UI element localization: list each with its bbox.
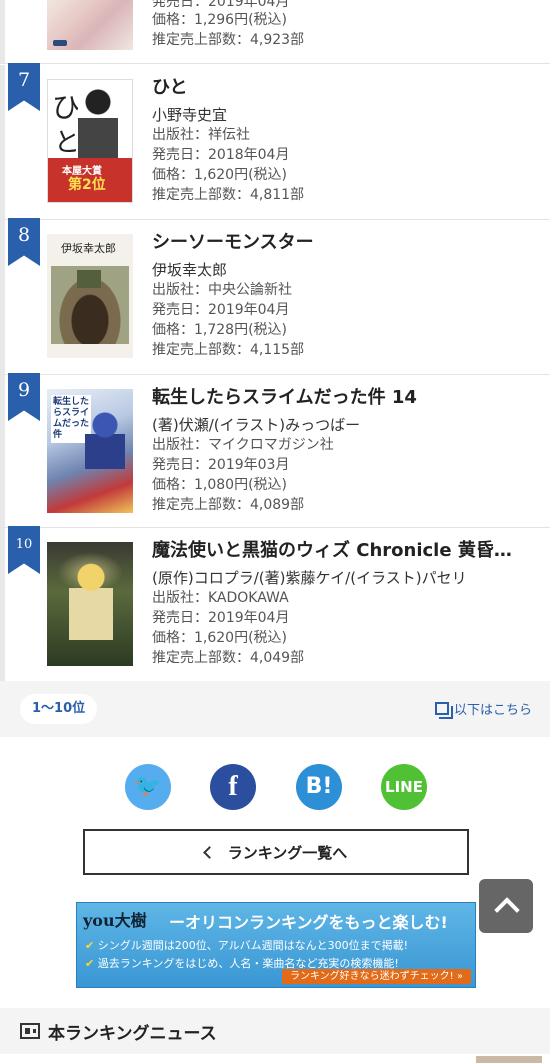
line-share-button[interactable]: LINE <box>381 764 427 810</box>
ranking-list-label: ランキング一覧へ <box>227 843 348 862</box>
ranking-item[interactable]: 10 魔法使いと黒猫のウィズ Chronicle 黄昏… (原作)コロプラ/(著… <box>0 526 550 681</box>
ranking-item[interactable]: 7 ひ と 本屋大賞 第2位 ひと 小野寺史宜 出版社：祥伝社 発売日：2018年… <box>0 63 550 220</box>
price: 価格：1,080円(税込) <box>152 477 288 493</box>
promo-banner[interactable]: you大樹 ーオリコンランキングをもっと楽しむ! シングル週間は200位、アルバ… <box>76 902 476 988</box>
release-date: 発売日：2018年04月 <box>152 147 290 163</box>
twitter-icon: 🐦 <box>134 774 162 799</box>
banner-line-1: シングル週間は200位、アルバム週間はなんと300位まで掲載! <box>85 937 408 953</box>
release-date: 発売日：2019年04月 <box>152 610 290 626</box>
price: 価格：1,620円(税込) <box>152 630 288 646</box>
back-to-top-button[interactable] <box>479 879 533 933</box>
book-title[interactable]: シーソーモンスター <box>152 230 547 256</box>
ranking-item[interactable]: 8 伊坂幸太郎 シーソーモンスター 伊坂幸太郎 出版社：中央公論新社 発売日：2… <box>0 218 550 375</box>
book-author: 小野寺史宜 <box>152 106 228 124</box>
book-title[interactable]: 転生したらスライムだった件 14 <box>152 385 547 411</box>
estimated-sales: 推定売上部数：4,049部 <box>152 650 305 666</box>
facebook-icon: f <box>228 771 238 802</box>
more-link[interactable]: 以下はこちら <box>434 699 532 719</box>
rank-badge: 8 <box>8 218 40 266</box>
estimated-sales: 推定売上部数：4,089部 <box>152 497 305 513</box>
price: 価格：1,296円(税込) <box>152 12 288 28</box>
book-title[interactable]: ひと <box>152 75 547 101</box>
price: 価格：1,620円(税込) <box>152 167 288 183</box>
banner-cta: ランキング好きなら迷わずチェック! » <box>281 969 471 984</box>
book-cover-image[interactable]: ひ と 本屋大賞 第2位 <box>47 79 133 203</box>
book-cover-image[interactable]: 転生したらスライムだった件 <box>47 389 133 513</box>
newspaper-icon <box>20 1023 40 1039</box>
estimated-sales: 推定売上部数：4,115部 <box>152 342 305 358</box>
publisher: 出版社：中央公論新社 <box>152 282 292 298</box>
facebook-share-button[interactable]: f <box>210 764 256 810</box>
release-date: 発売日：2019年04月 <box>152 302 290 318</box>
book-cover-image[interactable] <box>47 0 133 50</box>
twitter-share-button[interactable]: 🐦 <box>125 764 171 810</box>
window-icon <box>434 702 453 719</box>
publisher: 出版社：マイクロマガジン社 <box>152 437 334 453</box>
book-cover-image[interactable] <box>47 542 133 666</box>
hatena-bookmark-button[interactable]: B! <box>296 764 342 810</box>
book-author: 伊坂幸太郎 <box>152 261 228 279</box>
estimated-sales: 推定売上部数：4,811部 <box>152 187 305 203</box>
book-cover-image[interactable]: 伊坂幸太郎 <box>47 234 133 358</box>
news-thumbnail[interactable] <box>476 1056 542 1063</box>
more-link-label: 以下はこちら <box>453 703 532 718</box>
publisher: 出版社：祥伝社 <box>152 127 250 143</box>
line-icon: LINE <box>385 778 423 796</box>
rank-badge: 7 <box>8 63 40 111</box>
banner-logo: you大樹 <box>83 911 147 930</box>
ranking-list-button[interactable]: ランキング一覧へ <box>83 829 469 875</box>
publisher: 出版社：KADOKAWA <box>152 590 289 606</box>
rank-badge: 10 <box>8 526 40 574</box>
book-author: (原作)コロプラ/(著)紫藤ケイ/(イラスト)パセリ <box>152 569 467 587</box>
pager-bar: 1〜10位 以下はこちら <box>0 681 550 737</box>
news-heading-label: 本ランキングニュース <box>48 1023 217 1044</box>
book-author: (著)伏瀬/(イラスト)みっつばー <box>152 416 361 434</box>
hatena-icon: B! <box>305 774 333 799</box>
release-date: 発売日：2019年03月 <box>152 457 290 473</box>
chevron-left-icon <box>202 845 216 859</box>
price: 価格：1,728円(税込) <box>152 322 288 338</box>
rank-badge: 9 <box>8 373 40 421</box>
banner-headline: ーオリコンランキングをもっと楽しむ! <box>169 913 448 932</box>
news-section-heading: 本ランキングニュース <box>0 1008 550 1054</box>
ranking-item-partial[interactable]: 発売日：2019年04月 価格：1,296円(税込) 推定売上部数：4,923部 <box>0 0 550 64</box>
ranking-item[interactable]: 9 転生したらスライムだった件 転生したらスライムだった件 14 (著)伏瀬/(… <box>0 373 550 528</box>
book-title[interactable]: 魔法使いと黒猫のウィズ Chronicle 黄昏… <box>152 538 547 564</box>
range-pill[interactable]: 1〜10位 <box>20 694 98 724</box>
estimated-sales: 推定売上部数：4,923部 <box>152 32 305 48</box>
